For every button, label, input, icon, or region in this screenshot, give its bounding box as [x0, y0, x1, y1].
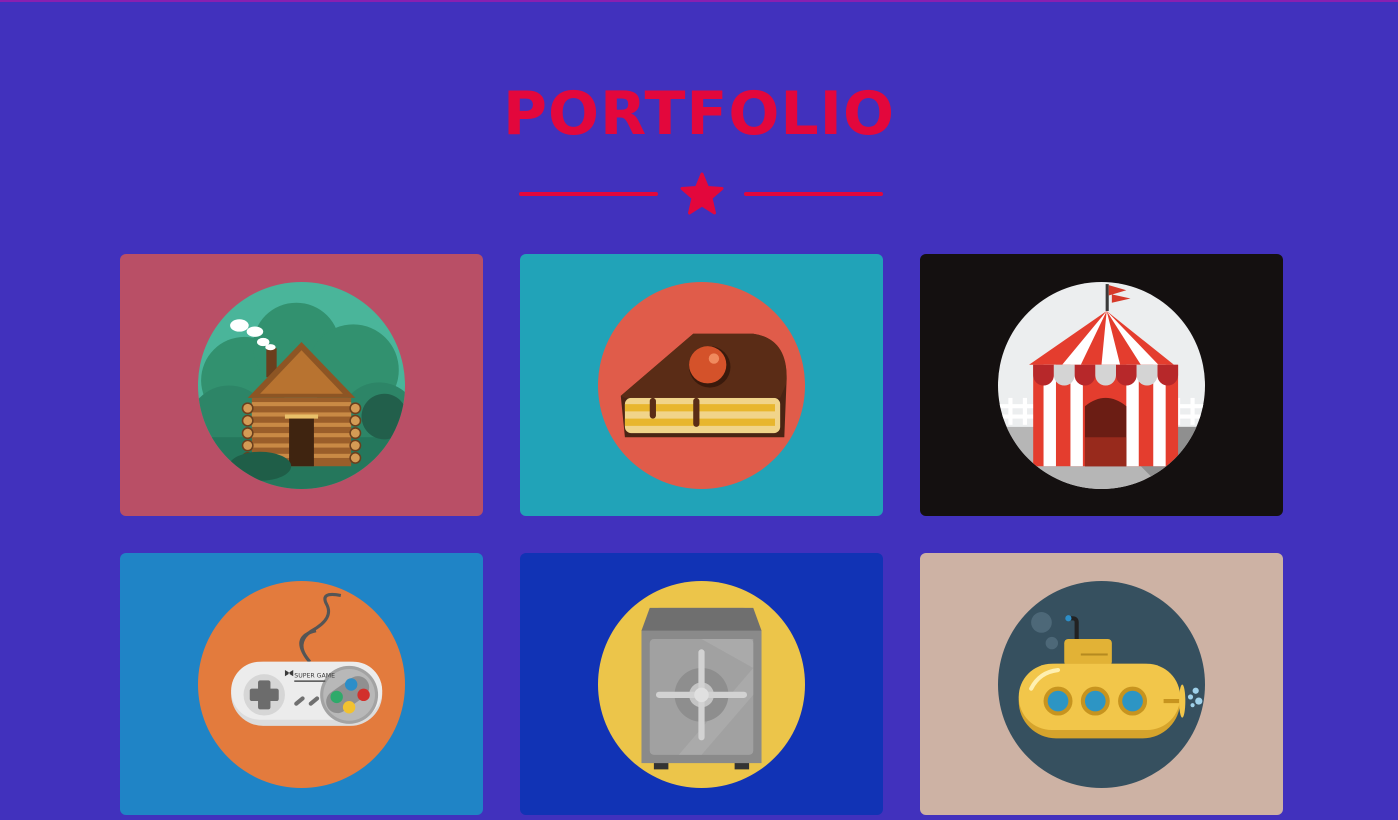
title-divider [519, 172, 884, 216]
submarine-icon [998, 581, 1205, 788]
log-cabin-icon [198, 282, 405, 489]
portfolio-item-safe[interactable] [520, 553, 883, 815]
game-controller-icon: SUPER GAME [198, 581, 405, 788]
star-icon [680, 172, 724, 215]
portfolio-item-cabin[interactable] [120, 254, 483, 516]
portfolio-item-submarine[interactable] [920, 553, 1283, 815]
top-border [0, 0, 1398, 2]
cake-slice-icon [598, 282, 805, 489]
divider-line-left [519, 192, 658, 196]
divider-line-right [744, 192, 883, 196]
safe-icon [598, 581, 805, 788]
section-title: PORTFOLIO [503, 79, 895, 149]
portfolio-item-controller[interactable]: SUPER GAME [120, 553, 483, 815]
portfolio-item-circus[interactable] [920, 254, 1283, 516]
portfolio-item-cake[interactable] [520, 254, 883, 516]
controller-brand-label: SUPER GAME [294, 672, 335, 679]
circus-tent-icon [998, 282, 1205, 489]
